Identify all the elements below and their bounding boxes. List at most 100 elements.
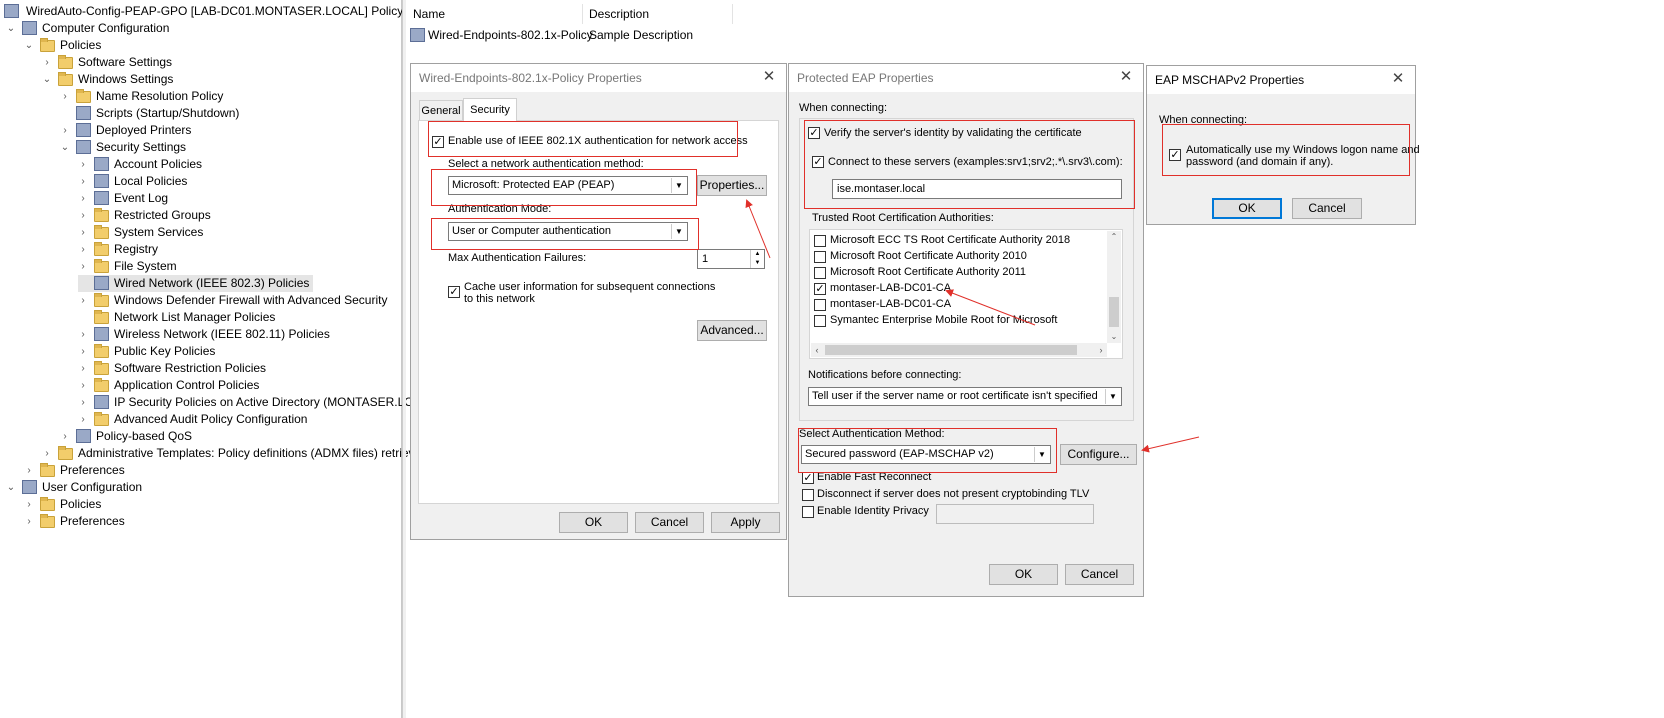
column-header-name[interactable]: Name [407,4,583,24]
tree-item[interactable]: › IP Security Policies on Active Director… [78,394,430,411]
scroll-thumb[interactable] [825,345,1077,355]
tree-item[interactable]: › Application Control Policies [78,377,259,394]
enable-8021x-checkbox[interactable]: ✓ [432,136,444,148]
connect-servers-checkbox[interactable]: ✓ [812,156,824,168]
tree-item[interactable]: › Windows Defender Firewall with Advanced… [78,292,387,309]
identity-privacy-checkbox[interactable] [802,506,814,518]
tree-item[interactable]: › System Services [78,224,203,241]
tree-item[interactable]: ⌄ User Configuration [6,479,142,496]
ca-checkbox[interactable] [814,251,826,263]
tree-item-label: Deployed Printers [96,123,192,137]
configure-button[interactable]: Configure... [1060,444,1137,465]
tab-general-label: General [421,105,461,117]
tab-security[interactable]: Security [463,98,517,121]
scroll-right-icon[interactable]: › [1095,343,1107,357]
scroll-thumb[interactable] [1109,297,1119,327]
tree-item[interactable]: › Restricted Groups [78,207,211,224]
tree-item-label: Policies [60,497,102,511]
tree-item[interactable]: › Public Key Policies [78,343,215,360]
tree-item[interactable]: › Account Policies [78,156,202,173]
spin-up-icon[interactable]: ▲ [750,250,764,259]
auth-method-select[interactable]: Microsoft: Protected EAP (PEAP) ▼ [448,176,688,195]
tree-item-label: Software Settings [78,55,173,69]
tree-item[interactable]: › Wireless Network (IEEE 802.11) Policies [78,326,330,343]
notifications-select[interactable]: Tell user if the server name or root cer… [808,387,1122,406]
ok-button[interactable]: OK [559,512,628,533]
ca-checkbox[interactable] [814,299,826,311]
tree-item[interactable]: › Name Resolution Policy [60,88,223,105]
ca-checkbox[interactable] [814,267,826,279]
cancel-label: Cancel [650,515,689,529]
auto-logon-checkbox[interactable]: ✓ [1169,149,1181,161]
disconnect-cryptobinding-checkbox[interactable] [802,489,814,501]
tree-item[interactable]: › Policy-based QoS [60,428,192,445]
tree-item-label: Computer Configuration [42,21,170,35]
ca-name: montaser-LAB-DC01-CA [830,298,952,310]
ca-name: Microsoft ECC TS Root Certificate Author… [830,234,1071,246]
advanced-button[interactable]: Advanced... [697,320,767,341]
tree-item[interactable]: › Local Policies [78,173,187,190]
when-connecting-label: When connecting: [799,102,888,114]
ca-checkbox[interactable] [814,235,826,247]
tree-item[interactable]: › Deployed Printers [60,122,191,139]
server-names-input[interactable]: ise.montaser.local [832,179,1122,199]
ca-checkbox[interactable] [814,315,826,327]
arrow-to-configure [1141,436,1200,453]
tree-item-label: Application Control Policies [114,378,260,392]
scroll-up-icon[interactable]: ⌃ [1107,231,1121,243]
tree-item[interactable]: › Event Log [78,190,168,207]
close-icon[interactable]: ✕ [1389,70,1407,88]
column-name-label: Name [413,7,446,21]
ok-button[interactable]: OK [989,564,1058,585]
cancel-button[interactable]: Cancel [1065,564,1134,585]
tree-item[interactable]: ⌄ Security Settings [60,139,186,156]
fast-reconnect-checkbox[interactable]: ✓ [802,472,814,484]
max-failures-stepper[interactable]: 1 ▲ ▼ [697,249,765,269]
ca-checkbox[interactable]: ✓ [814,283,826,295]
cancel-button[interactable]: Cancel [635,512,704,533]
spin-down-icon[interactable]: ▼ [750,259,764,268]
properties-button-label: Properties... [699,178,765,192]
auth-mode-select[interactable]: User or Computer authentication ▼ [448,222,688,241]
eap-method-select[interactable]: Secured password (EAP-MSCHAP v2) ▼ [801,445,1051,464]
tree-item[interactable]: › Registry [78,241,158,258]
apply-button[interactable]: Apply [711,512,780,533]
tree-item[interactable]: Scripts (Startup/Shutdown) [60,105,239,122]
auth-method-value: Microsoft: Protected EAP (PEAP) [452,179,615,191]
horizontal-scrollbar[interactable]: ‹ › [811,343,1107,357]
chevron-down-icon: ▼ [671,224,686,239]
tree-item[interactable]: ⌄ Windows Settings [42,71,173,88]
tree-item[interactable]: ⌄ Policies [24,37,101,54]
identity-privacy-input[interactable] [936,504,1094,524]
tree-item[interactable]: › Preferences [24,513,125,530]
properties-button[interactable]: Properties... [697,175,767,196]
cancel-button[interactable]: Cancel [1292,198,1362,219]
column-header-description[interactable]: Description [583,4,733,24]
tree-item[interactable]: › Administrative Templates: Policy defini… [42,445,421,462]
tree-item[interactable]: › Policies [24,496,101,513]
cache-user-label-line1: Cache user information for subsequent co… [464,281,716,293]
tree-item[interactable]: › File System [78,258,177,275]
protected-eap-dialog: Protected EAP Properties ✕ When connecti… [788,63,1144,597]
vertical-scrollbar[interactable]: ⌃ ⌄ [1107,231,1121,343]
tree-item[interactable]: › Software Restriction Policies [78,360,266,377]
close-icon[interactable]: ✕ [760,68,778,86]
pane-splitter[interactable] [402,0,406,718]
tree-item[interactable]: Wired Network (IEEE 802.3) Policies [78,275,314,292]
tree-item[interactable]: › Software Settings [42,54,172,71]
tree-item[interactable]: › Preferences [24,462,125,479]
tree-item[interactable]: ⌄ Computer Configuration [6,20,169,37]
cache-user-checkbox[interactable]: ✓ [448,286,460,298]
ok-button[interactable]: OK [1212,198,1282,219]
tab-general[interactable]: General [419,100,463,120]
console-tree[interactable]: WiredAuto-Config-PEAP-GPO [LAB-DC01.MONT… [0,0,430,718]
ca-name: Microsoft Root Certificate Authority 201… [830,250,1027,262]
tree-item[interactable]: › Advanced Audit Policy Configuration [78,411,307,428]
trusted-ca-list[interactable]: Microsoft ECC TS Root Certificate Author… [809,229,1123,359]
scroll-down-icon[interactable]: ⌄ [1107,331,1121,343]
verify-server-checkbox[interactable]: ✓ [808,127,820,139]
close-icon[interactable]: ✕ [1117,68,1135,86]
scroll-left-icon[interactable]: ‹ [811,343,823,357]
max-failures-value: 1 [702,253,709,265]
tree-item[interactable]: Network List Manager Policies [78,309,275,326]
